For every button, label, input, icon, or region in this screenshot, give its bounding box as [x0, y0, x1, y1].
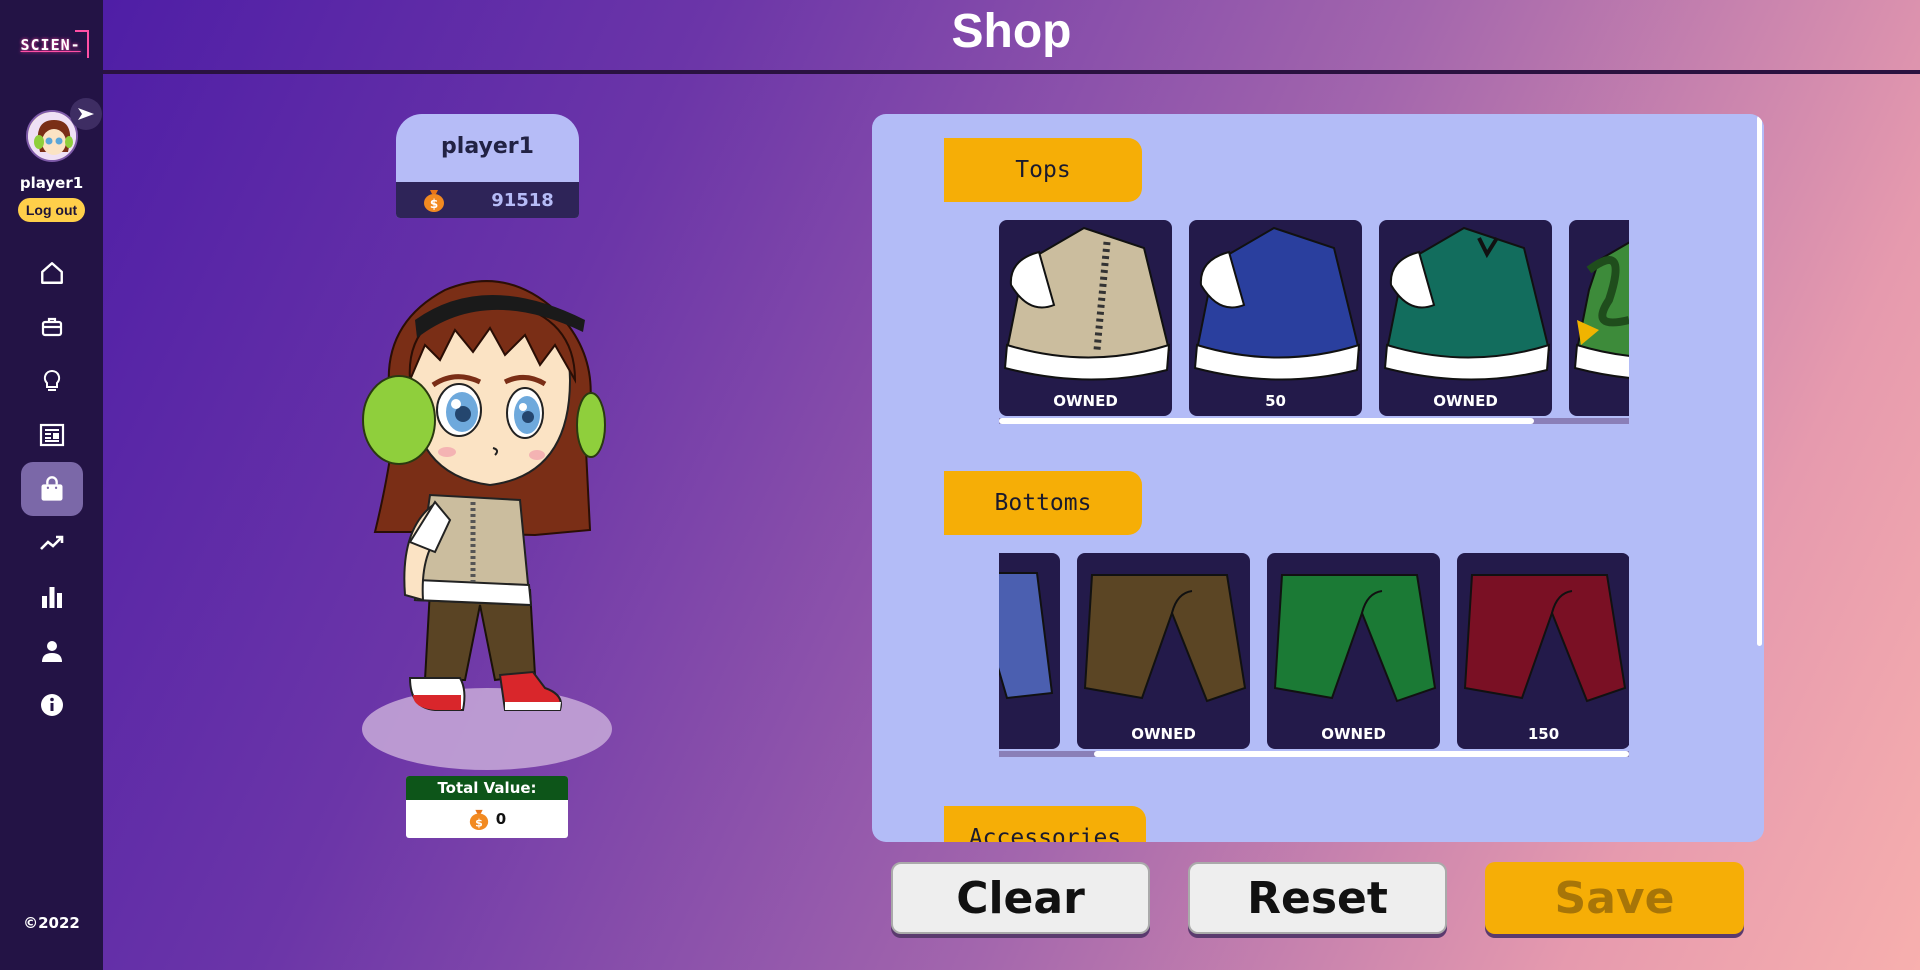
item-price-label: OWNED [1053, 392, 1118, 410]
newspaper-icon [39, 423, 64, 447]
total-value-box: Total Value: $ 0 [406, 776, 568, 838]
page-title: Shop [951, 5, 1072, 58]
copyright: ©2022 [23, 914, 80, 932]
nav-shop[interactable] [20, 462, 83, 516]
app-logo[interactable]: SCIEN- [11, 30, 93, 60]
total-value-row: $ 0 [406, 800, 568, 838]
item-price-label: 150 [1527, 725, 1560, 743]
shop-item-top[interactable]: OWNED [1379, 220, 1552, 416]
nav-news[interactable] [21, 408, 83, 462]
svg-text:$: $ [430, 197, 438, 211]
shop-item-bottom[interactable]: OWNED [1267, 553, 1440, 749]
logo-bracket [74, 30, 89, 58]
nav-briefcase[interactable] [21, 300, 83, 354]
nav-home[interactable] [21, 246, 83, 300]
tops-row: OWNED 50 OWNED [999, 220, 1629, 416]
home-icon [40, 262, 63, 284]
panel-scrollbar[interactable] [1756, 114, 1764, 842]
header-divider [103, 70, 1920, 74]
category-accessories-tab[interactable]: Accessories [944, 806, 1146, 842]
item-price-label: OWNED [1433, 392, 1498, 410]
shop-item-bottom[interactable]: OWNED [1077, 553, 1250, 749]
nav-info[interactable] [21, 678, 83, 732]
shop-item-top[interactable]: 50 [1189, 220, 1362, 416]
panel-scrollbar-thumb[interactable] [1757, 116, 1762, 646]
tops-scrollbar-thumb[interactable] [999, 418, 1534, 424]
item-price-label: 50 [1265, 392, 1286, 410]
lightbulb-icon [43, 369, 60, 391]
clear-button[interactable]: Clear [891, 862, 1150, 934]
player-card: player1 $ 91518 [396, 114, 579, 218]
sidebar-nav [20, 246, 83, 732]
player-name: player1 [441, 134, 534, 159]
shop-panel: Tops OWNED 50 OWNED Bottoms OWNED OWNED … [872, 114, 1764, 842]
money-bag-icon: $ [469, 809, 488, 830]
bottoms-row: OWNED OWNED 150 [999, 553, 1629, 749]
nav-profile[interactable] [21, 624, 83, 678]
expand-sidebar-button[interactable] [69, 98, 102, 130]
item-price-label: OWNED [1321, 725, 1386, 743]
svg-text:$: $ [475, 816, 483, 829]
shop-item-bottom[interactable]: 150 [1457, 553, 1629, 749]
shop-item-top[interactable]: OWNED [999, 220, 1172, 416]
shop-item-top[interactable] [1569, 220, 1629, 416]
logout-button[interactable]: Log out [17, 198, 86, 222]
info-icon [40, 694, 63, 716]
bottoms-scrollbar-thumb[interactable] [1094, 751, 1629, 757]
nav-ideas[interactable] [21, 354, 83, 408]
bar-chart-icon [41, 587, 62, 608]
nav-trending[interactable] [21, 516, 83, 570]
character-preview [355, 270, 625, 770]
logo-text: SCIEN- [20, 36, 81, 54]
category-bottoms-tab[interactable]: Bottoms [944, 471, 1142, 535]
reset-button[interactable]: Reset [1188, 862, 1447, 934]
tops-scrollbar[interactable] [999, 418, 1629, 424]
nav-leaderboard[interactable] [21, 570, 83, 624]
category-tops-tab[interactable]: Tops [944, 138, 1142, 202]
send-arrow-icon [77, 108, 94, 120]
shopping-bag-icon [41, 476, 62, 501]
money-bag-icon: $ [424, 190, 444, 212]
bottoms-scrollbar[interactable] [999, 751, 1629, 757]
sidebar: SCIEN- player1 Log out ©2022 [0, 0, 103, 970]
total-value-label: Total Value: [406, 776, 568, 800]
shop-item-bottom[interactable] [999, 553, 1060, 749]
item-price-label: OWNED [1131, 725, 1196, 743]
sidebar-username: player1 [19, 174, 84, 192]
trending-up-icon [39, 535, 63, 550]
briefcase-icon [41, 317, 62, 337]
coin-balance: $ 91518 [396, 182, 579, 218]
total-value-amount: 0 [495, 810, 507, 828]
save-button[interactable]: Save [1485, 862, 1744, 934]
coin-value: 91518 [491, 189, 554, 211]
user-icon [41, 641, 62, 662]
avatar-wrap [25, 98, 102, 162]
